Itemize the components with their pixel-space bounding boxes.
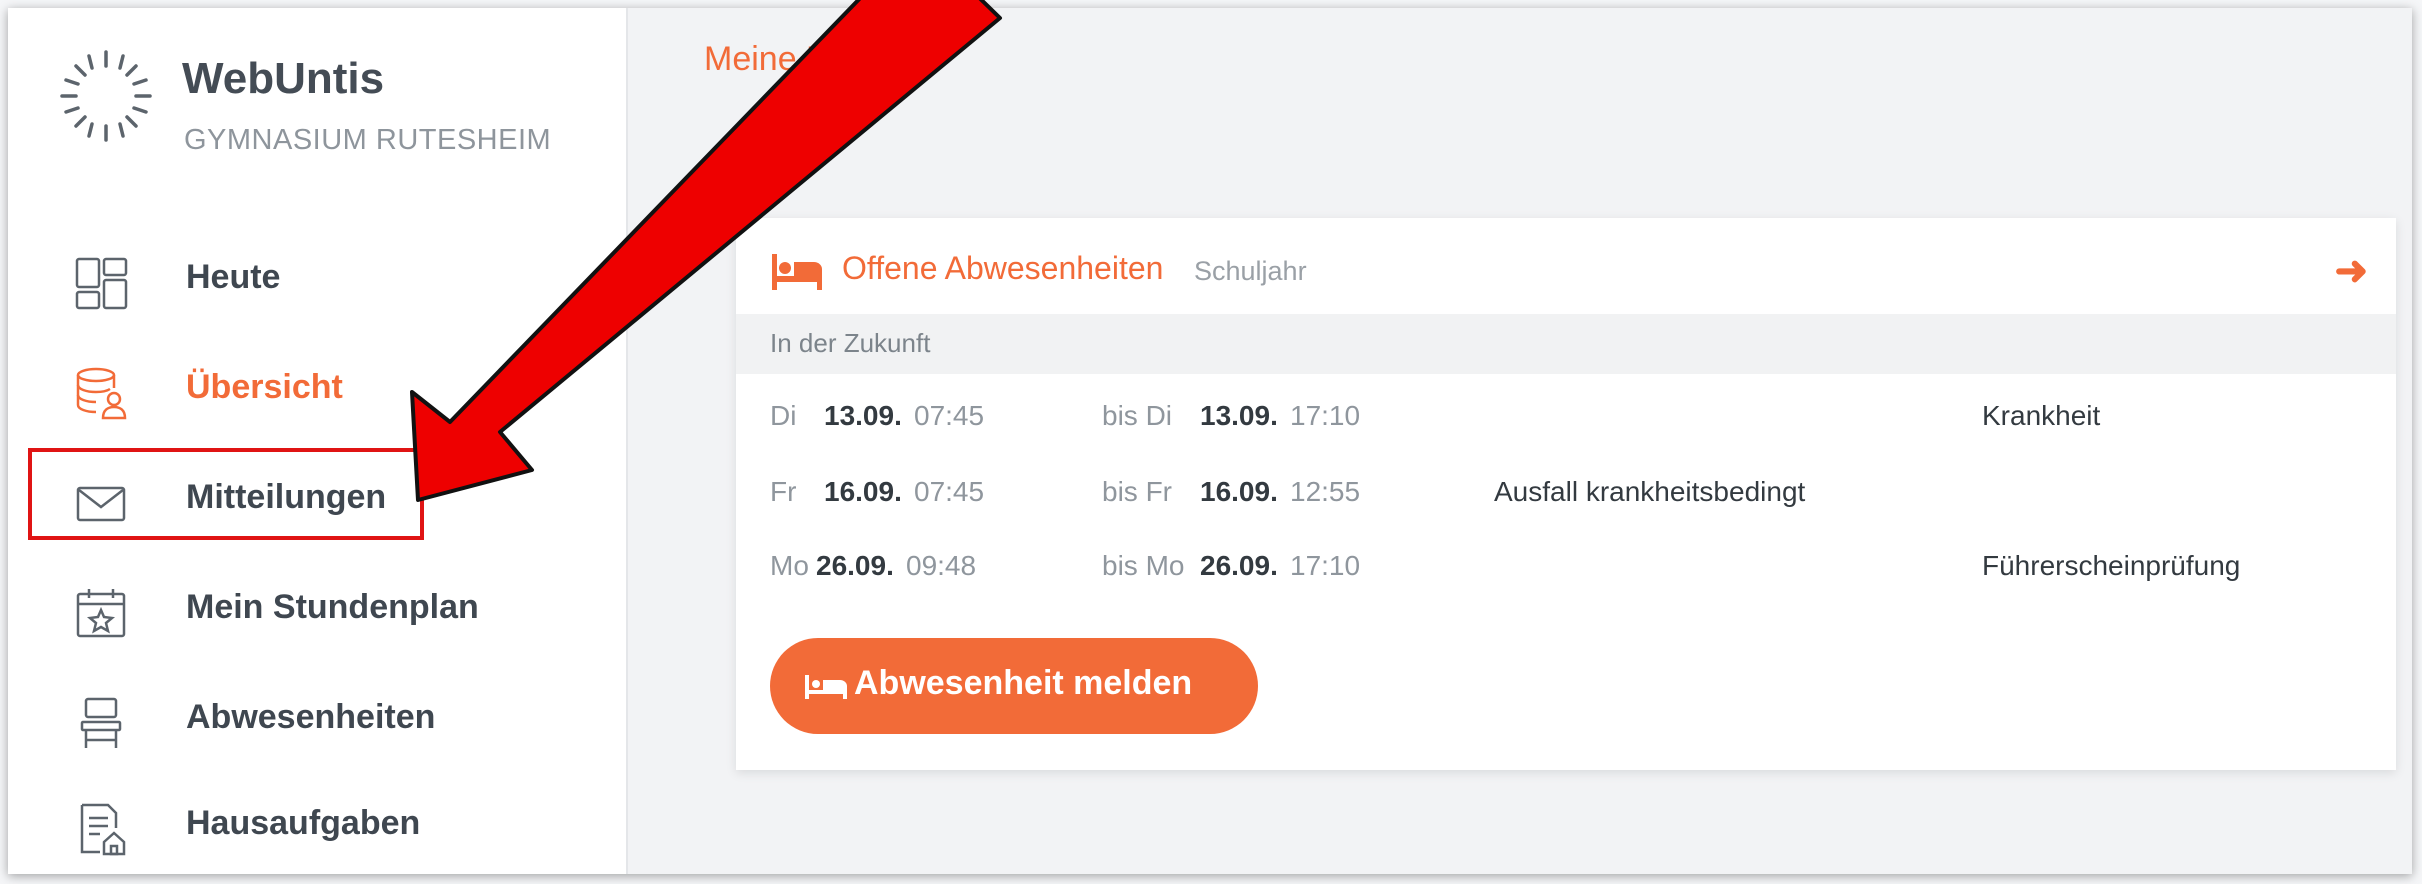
- start-day: Mo: [770, 550, 809, 581]
- start-date: 16.09.: [824, 476, 902, 507]
- absence-category: Krankheit: [1982, 400, 2101, 431]
- database-user-icon: [76, 367, 127, 420]
- arrow-right-icon[interactable]: ➜: [2334, 248, 2368, 294]
- main-content: Meine Dat Offene Abwesenheiten Schuljahr…: [626, 8, 2412, 874]
- sidebar: WebUntis GYMNASIUM RUTESHEIM Heute Übers…: [8, 8, 626, 874]
- bed-icon: [772, 254, 822, 290]
- start-day: Fr: [770, 476, 797, 507]
- school-name: GYMNASIUM RUTESHEIM: [184, 124, 552, 156]
- section-header: In der Zukunft: [736, 314, 2396, 374]
- end-day: bis Di: [1102, 400, 1173, 431]
- start-date: 13.09.: [824, 400, 902, 431]
- end-day: bis Fr: [1102, 476, 1172, 507]
- start-date: 26.09.: [816, 550, 894, 581]
- app-title: WebUntis: [182, 54, 385, 103]
- nav-label-uebersicht: Übersicht: [186, 368, 343, 406]
- report-absence-button[interactable]: Abwesenheit melden: [770, 638, 1258, 734]
- nav-label-mein-stundenplan: Mein Stundenplan: [186, 588, 479, 626]
- end-date: 13.09.: [1200, 400, 1278, 431]
- absence-category: Führerscheinprüfung: [1982, 550, 2241, 581]
- end-date: 26.09.: [1200, 550, 1278, 581]
- card-title: Offene Abwesenheiten: [842, 250, 1164, 286]
- card-subtitle: Schuljahr: [1194, 256, 1307, 286]
- absence-reason: Ausfall krankheitsbedingt: [1494, 476, 1806, 507]
- nav-label-heute: Heute: [186, 258, 281, 296]
- nav-item-mein-stundenplan[interactable]: Mein Stundenplan: [8, 558, 626, 658]
- end-time: 12:55: [1290, 476, 1361, 507]
- start-day: Di: [770, 400, 797, 431]
- homework-icon: [80, 803, 126, 856]
- nav-label-hausaufgaben: Hausaufgaben: [186, 804, 421, 842]
- highlight-box: [28, 448, 424, 540]
- end-day: bis Mo: [1102, 550, 1185, 581]
- table-row[interactable]: Fr 16.09. 07:45 bis Fr 16.09. 12:55 Ausf…: [736, 460, 2396, 526]
- absences-card: Offene Abwesenheiten Schuljahr ➜ In der …: [736, 218, 2396, 770]
- chair-icon: [80, 697, 122, 748]
- dashboard-icon: [75, 257, 128, 310]
- table-row[interactable]: Mo 26.09. 09:48 bis Mo 26.09. 17:10 Führ…: [736, 534, 2396, 600]
- webuntis-logo-icon: [60, 50, 152, 142]
- calendar-star-icon: [76, 589, 126, 638]
- section-label: In der Zukunft: [770, 328, 931, 358]
- end-date: 16.09.: [1200, 476, 1278, 507]
- bed-icon: [805, 675, 847, 699]
- end-time: 17:10: [1290, 400, 1361, 431]
- nav-item-heute[interactable]: Heute: [8, 228, 626, 328]
- nav-item-abwesenheiten[interactable]: Abwesenheiten: [8, 668, 626, 768]
- end-time: 17:10: [1290, 550, 1361, 581]
- nav-label-abwesenheiten: Abwesenheiten: [186, 698, 436, 736]
- start-time: 07:45: [914, 476, 985, 507]
- app-window: WebUntis GYMNASIUM RUTESHEIM Heute Übers…: [8, 8, 2412, 874]
- nav-item-hausaufgaben[interactable]: Hausaufgaben: [8, 774, 626, 874]
- page-title: Meine Dat: [704, 40, 859, 78]
- report-absence-label: Abwesenheit melden: [854, 664, 1193, 702]
- start-time: 09:48: [906, 550, 977, 581]
- nav-item-uebersicht[interactable]: Übersicht: [8, 338, 626, 438]
- start-time: 07:45: [914, 400, 985, 431]
- table-row[interactable]: Di 13.09. 07:45 bis Di 13.09. 17:10 Kran…: [736, 384, 2396, 450]
